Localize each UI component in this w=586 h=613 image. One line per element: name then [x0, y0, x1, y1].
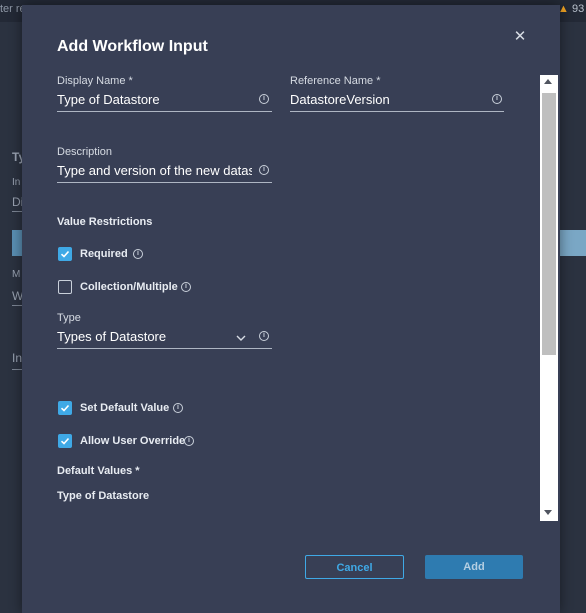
- info-icon[interactable]: i: [181, 282, 191, 292]
- collection-multiple-checkbox[interactable]: [58, 280, 72, 294]
- allow-user-override-label: Allow User Override: [80, 435, 186, 447]
- scroll-down-arrow-icon[interactable]: [544, 510, 552, 515]
- display-name-label: Display Name *: [57, 75, 133, 87]
- value-restrictions-heading: Value Restrictions: [57, 216, 153, 228]
- display-name-field[interactable]: Type of Datastore i: [57, 89, 272, 112]
- info-icon[interactable]: i: [259, 331, 269, 341]
- scrollbar-thumb[interactable]: [542, 93, 556, 355]
- background-fragment: M: [12, 269, 21, 280]
- allow-user-override-checkbox[interactable]: [58, 434, 72, 448]
- add-button[interactable]: Add: [425, 555, 523, 579]
- add-workflow-input-dialog: Add Workflow Input ✕ Display Name * Type…: [22, 5, 560, 613]
- background-fragment: In: [12, 177, 21, 188]
- default-type-label: Type of Datastore: [57, 490, 150, 502]
- info-icon[interactable]: i: [259, 165, 269, 175]
- notification-count: 93: [572, 3, 585, 15]
- type-label: Type: [57, 312, 81, 324]
- dialog-title: Add Workflow Input: [57, 38, 208, 55]
- info-icon[interactable]: i: [173, 403, 183, 413]
- required-checkbox[interactable]: [58, 247, 72, 261]
- info-icon[interactable]: i: [492, 94, 502, 104]
- description-value: Type and version of the new datast: [57, 163, 252, 178]
- reference-name-field[interactable]: DatastoreVersion i: [290, 89, 504, 112]
- description-field[interactable]: Type and version of the new datast i: [57, 160, 272, 183]
- scroll-up-arrow-icon[interactable]: [544, 79, 552, 84]
- info-icon[interactable]: i: [259, 94, 269, 104]
- chevron-down-icon: [236, 335, 246, 341]
- default-values-heading: Default Values *: [57, 465, 140, 477]
- background-divider: [12, 305, 22, 306]
- close-icon[interactable]: ✕: [512, 29, 528, 45]
- background-highlight-bar: [560, 230, 586, 256]
- scrollbar[interactable]: [540, 75, 558, 521]
- set-default-value-label: Set Default Value: [80, 402, 170, 414]
- info-icon[interactable]: i: [133, 249, 143, 259]
- background-highlight-bar: [12, 230, 22, 256]
- checkmark-icon: [60, 404, 70, 412]
- reference-name-value: DatastoreVersion: [290, 92, 390, 107]
- background-fragment: In: [12, 351, 23, 365]
- collection-multiple-label: Collection/Multiple: [80, 281, 178, 293]
- checkmark-icon: [60, 250, 70, 258]
- checkmark-icon: [60, 437, 70, 445]
- background-divider: [12, 211, 22, 212]
- description-label: Description: [57, 146, 113, 158]
- info-icon[interactable]: i: [184, 436, 194, 446]
- set-default-value-checkbox[interactable]: [58, 401, 72, 415]
- required-label: Required: [80, 248, 128, 260]
- cancel-button[interactable]: Cancel: [305, 555, 404, 579]
- type-select[interactable]: Types of Datastore i: [57, 326, 272, 349]
- background-divider: [12, 369, 22, 370]
- reference-name-label: Reference Name *: [290, 75, 381, 87]
- type-value: Types of Datastore: [57, 329, 167, 344]
- display-name-value: Type of Datastore: [57, 92, 160, 107]
